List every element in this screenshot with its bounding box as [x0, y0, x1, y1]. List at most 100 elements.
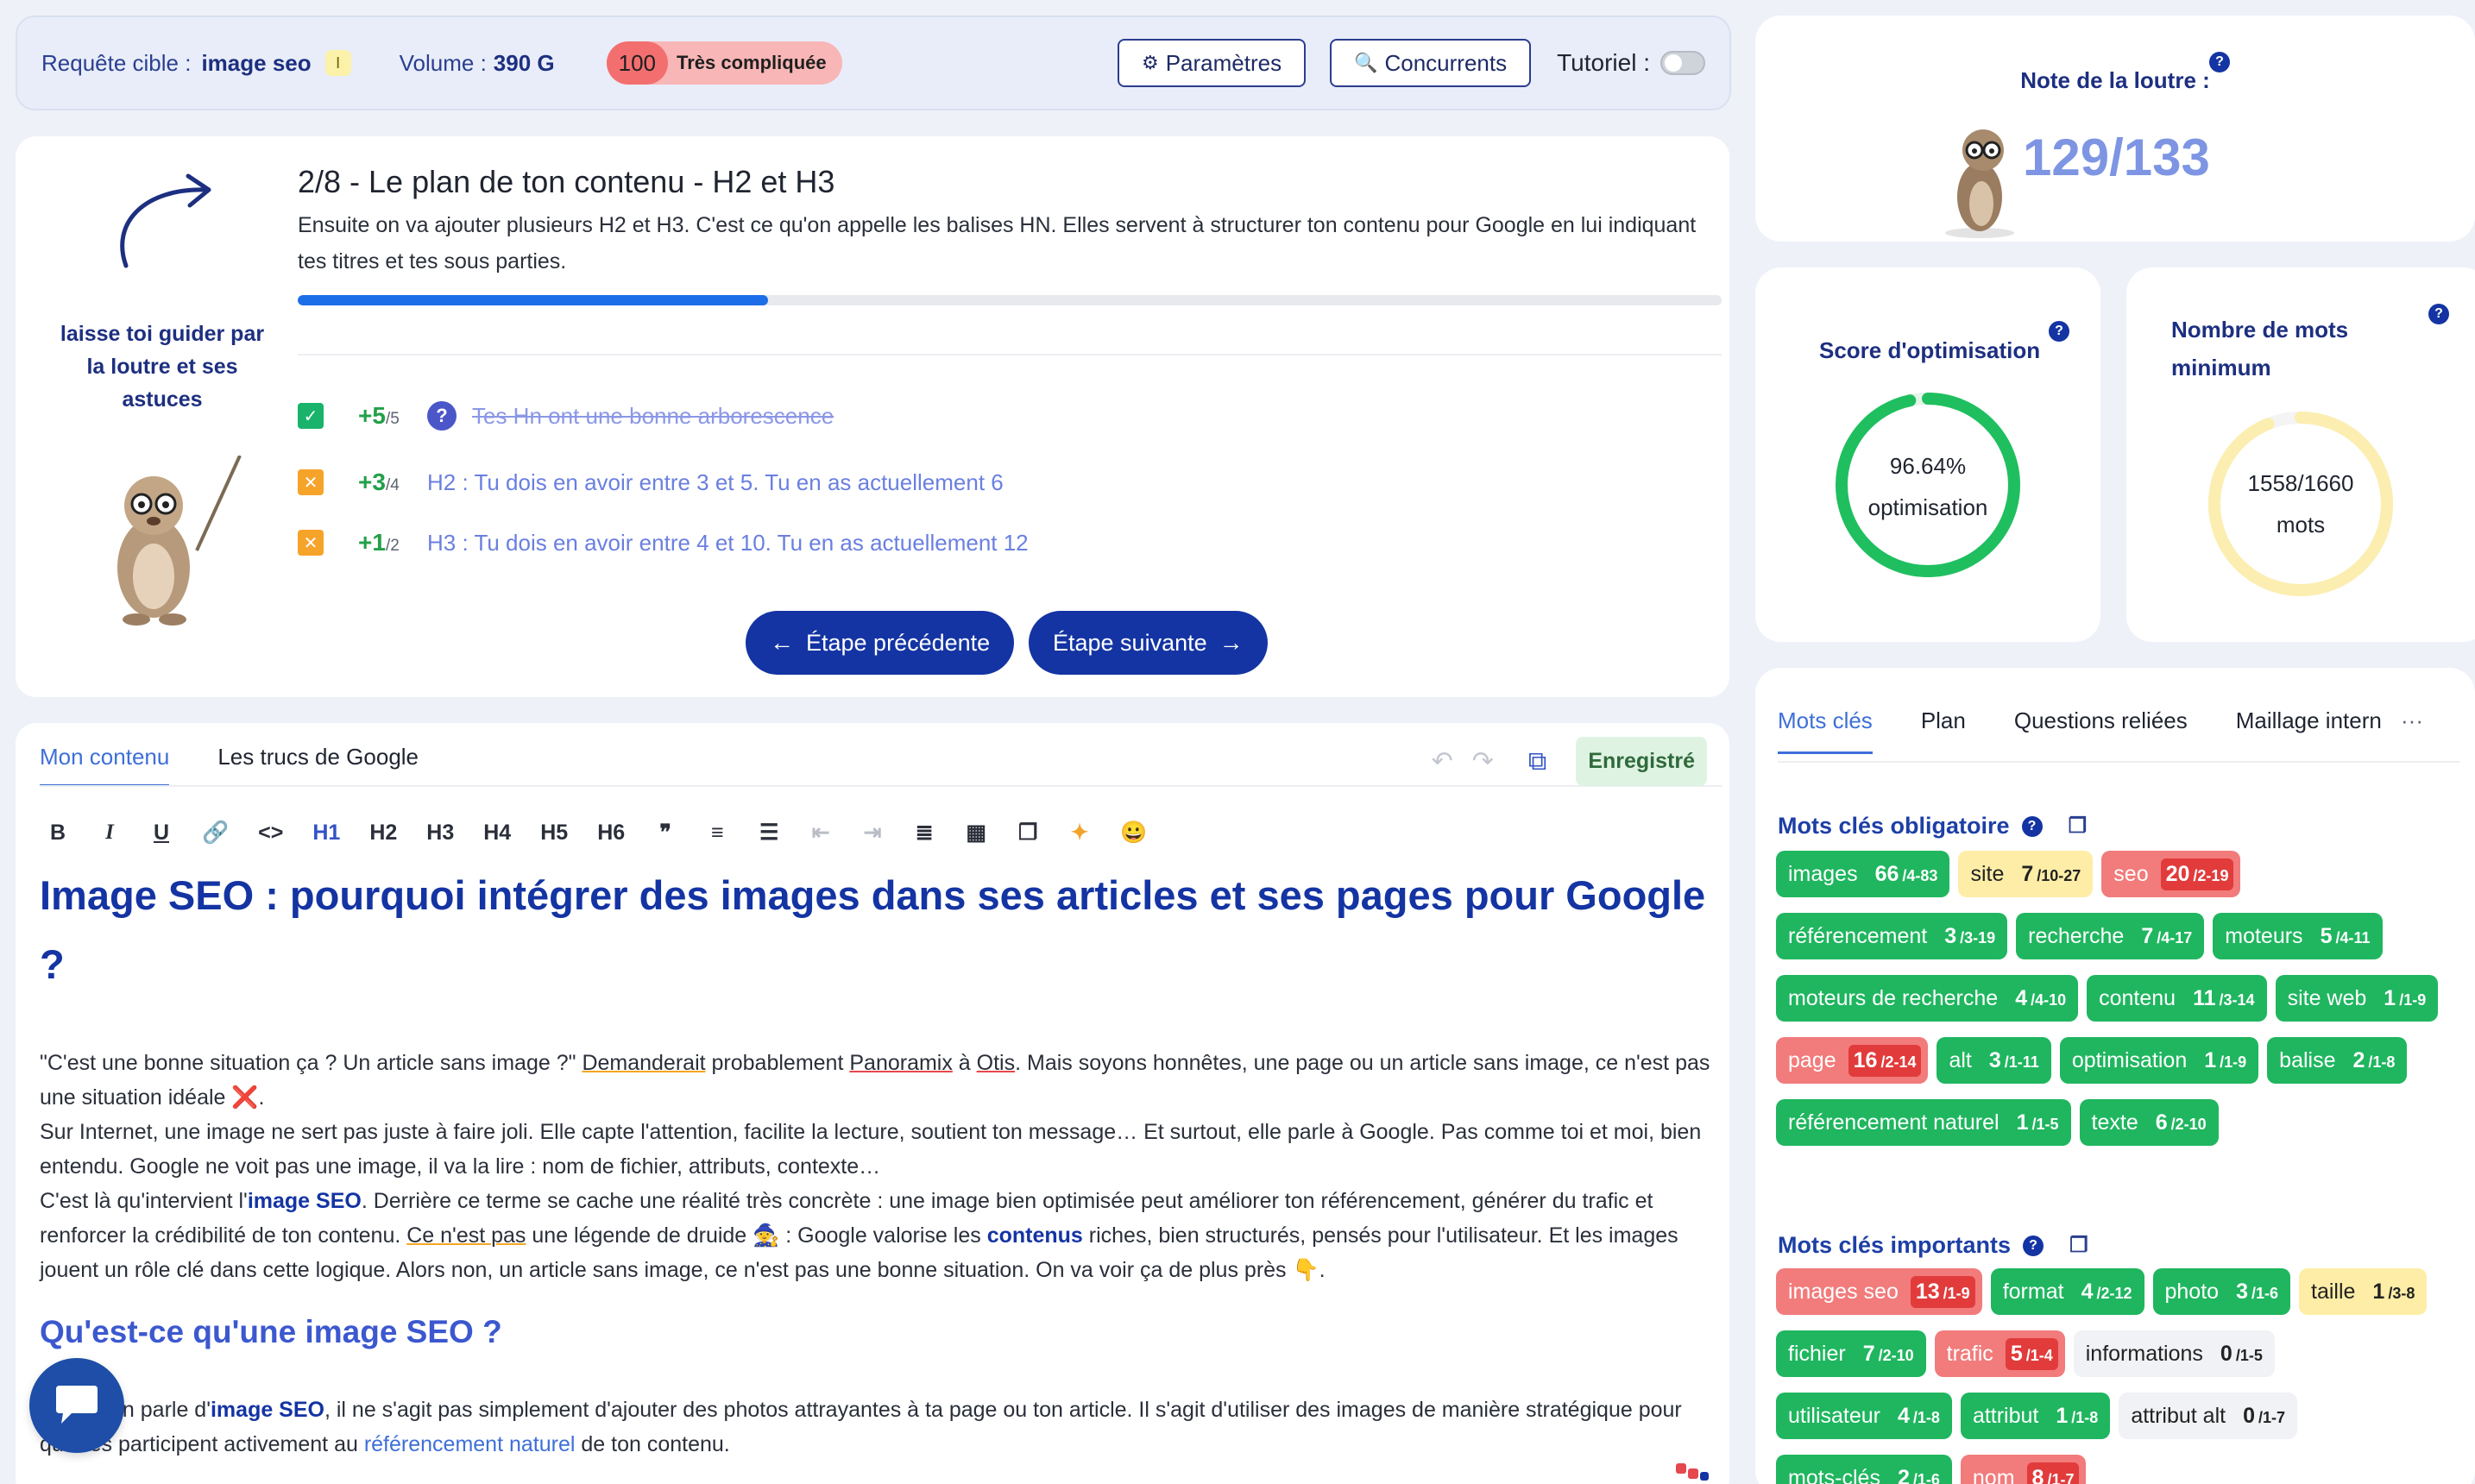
tab-my-content[interactable]: Mon contenu	[40, 744, 170, 787]
keyword-chip[interactable]: référencement naturel 1/1-5	[1776, 1099, 2071, 1146]
copy-icon[interactable]: ❐	[1017, 820, 1039, 846]
otter-score-title: Note de la loutre :	[2020, 67, 2210, 93]
keyword-chip[interactable]: attribut alt 0/1-7	[2119, 1393, 2298, 1439]
settings-button[interactable]: ⚙ Paramètres	[1117, 39, 1307, 87]
bullet-list-icon[interactable]: ☰	[758, 820, 780, 846]
keyword-chip[interactable]: trafic 5/1-4	[1934, 1330, 2065, 1377]
competitors-button[interactable]: 🔍 Concurrents	[1330, 39, 1532, 87]
redo-icon[interactable]: ↷	[1472, 746, 1494, 777]
keyword-count: 3/1-6	[2236, 1279, 2278, 1304]
quote-icon[interactable]: ❞	[654, 820, 677, 846]
underline-icon[interactable]: U	[150, 821, 173, 846]
paragraph: Sur Internet, une image ne sert pas just…	[40, 1120, 1702, 1179]
info-icon[interactable]: I	[324, 50, 351, 76]
indent-icon[interactable]: ⇥	[861, 820, 884, 846]
keyword-count: 0/1-7	[2243, 1403, 2286, 1428]
keyword-chip[interactable]: format 4/2-12	[1990, 1268, 2144, 1315]
help-text: laisse toi guider par la loutre et ses a…	[60, 322, 265, 412]
heading4-button[interactable]: H4	[483, 821, 511, 846]
divider	[1778, 761, 2459, 763]
keyword-chip[interactable]: balise 2/1-8	[2267, 1037, 2408, 1084]
heading1-button[interactable]: H1	[312, 821, 340, 846]
keyword-chip[interactable]: optimisation 1/1-9	[2059, 1037, 2259, 1084]
tab-plan[interactable]: Plan	[1921, 707, 1966, 754]
next-step-button[interactable]: Étape suivante →	[1029, 611, 1268, 675]
tab-related-questions[interactable]: Questions reliées	[2014, 707, 2188, 754]
keyword-chip[interactable]: attribut 1/1-8	[1960, 1393, 2111, 1439]
keyword-count: 1/1-5	[2016, 1110, 2059, 1135]
keyword-word: seo	[2113, 861, 2149, 886]
keyword-chip[interactable]: photo 3/1-6	[2152, 1268, 2290, 1315]
help-icon[interactable]: ?	[2049, 321, 2069, 342]
tab-google-tips[interactable]: Les trucs de Google	[217, 744, 419, 787]
tab-internal-linking[interactable]: Maillage intern	[2236, 707, 2382, 754]
tab-keywords[interactable]: Mots clés	[1778, 707, 1873, 754]
code-icon[interactable]: <>	[258, 821, 283, 846]
keyword-chip[interactable]: seo 20/2-19	[2101, 851, 2241, 897]
otter-score-value: 129/133	[2023, 129, 2210, 186]
query-bar: Requête cible : image seo I Volume : 390…	[16, 16, 1731, 110]
help-icon[interactable]: ?	[2428, 304, 2449, 324]
link-icon[interactable]: 🔗	[202, 821, 229, 846]
keyword-chip[interactable]: utilisateur 4/1-8	[1776, 1393, 1952, 1439]
previous-step-button[interactable]: ← Étape précédente	[746, 611, 1015, 675]
tutorial-toggle[interactable]	[1660, 51, 1705, 75]
keyword-word: format	[2002, 1279, 2064, 1304]
keyword-chip[interactable]: moteurs de recherche 4/4-10	[1776, 975, 2079, 1022]
bold-icon[interactable]: B	[47, 821, 69, 846]
keyword-chip[interactable]: taille 1/3-8	[2299, 1268, 2428, 1315]
keyword-word: attribut	[1972, 1403, 2039, 1428]
keyword-word: trafic	[1946, 1341, 1993, 1366]
keyword-chip[interactable]: site web 1/1-9	[2275, 975, 2439, 1022]
keyword-count: 1/1-9	[2384, 985, 2427, 1010]
sparkle-icon[interactable]: ✦	[1068, 820, 1091, 846]
curved-arrow-icon	[120, 173, 211, 268]
keyword-chip[interactable]: alt 3/1-11	[1937, 1037, 2051, 1084]
heading2-button[interactable]: H2	[369, 821, 397, 846]
keyword-chip[interactable]: mots-clés 2/1-6	[1776, 1455, 1952, 1484]
more-tabs-icon[interactable]: ···	[2401, 707, 2423, 734]
keyword-word: site	[1970, 861, 2005, 886]
keyword-count: 66/4-83	[1874, 861, 1938, 886]
keyword-chip[interactable]: texte 6/2-10	[2079, 1099, 2219, 1146]
outdent-icon[interactable]: ⇤	[809, 820, 832, 846]
format-toolbar: B I U 🔗 <> H1 H2 H3 H4 H5 H6 ❞ ≡ ☰ ⇤ ⇥ ≣…	[47, 820, 1176, 846]
emoji-icon[interactable]: 😀	[1120, 821, 1147, 846]
keyword-chip[interactable]: recherche 7/4-17	[2016, 913, 2205, 959]
help-icon[interactable]: ?	[427, 401, 457, 431]
keyword-chip[interactable]: images 66/4-83	[1776, 851, 1950, 897]
chat-button[interactable]	[29, 1358, 124, 1453]
export-icon[interactable]: ⧉	[1528, 747, 1546, 777]
step-title: 2/8 - Le plan de ton contenu - H2 et H3	[298, 164, 835, 199]
copy-icon[interactable]: ❐	[2069, 814, 2088, 839]
copy-icon[interactable]: ❐	[2069, 1233, 2088, 1258]
keyword-word: texte	[2091, 1110, 2138, 1135]
align-icon[interactable]: ≣	[913, 820, 935, 846]
keyword-word: images seo	[1788, 1279, 1899, 1304]
help-icon[interactable]: ?	[2209, 52, 2230, 72]
paragraph: "C'est une bonne situation ça ? Un artic…	[40, 1051, 1710, 1110]
heading6-button[interactable]: H6	[597, 821, 625, 846]
ordered-list-icon[interactable]: ≡	[706, 821, 728, 846]
keyword-chip[interactable]: moteurs 5/4-11	[2213, 913, 2383, 959]
keyword-chip[interactable]: nom 8/1-7	[1960, 1455, 2087, 1484]
keyword-chip[interactable]: référencement 3/3-19	[1776, 913, 2008, 959]
keyword-chip[interactable]: fichier 7/2-10	[1776, 1330, 1926, 1377]
heading5-button[interactable]: H5	[540, 821, 568, 846]
keyword-chip[interactable]: site 7/10-27	[1958, 851, 2094, 897]
heading3-button[interactable]: H3	[426, 821, 454, 846]
editor-content[interactable]: Image SEO : pourquoi intégrer des images…	[40, 861, 1722, 1462]
keyword-count: 2/1-8	[2352, 1047, 2396, 1072]
help-icon[interactable]: ?	[2023, 1235, 2044, 1256]
keyword-chip[interactable]: page 16/2-14	[1776, 1037, 1929, 1084]
help-icon[interactable]: ?	[2021, 815, 2043, 837]
keyword-chip[interactable]: images seo 13/1-9	[1776, 1268, 1982, 1315]
table-icon[interactable]: ▦	[965, 820, 987, 846]
difficulty-label: Très compliquée	[677, 52, 827, 73]
important-keywords-list: images seo 13/1-9 format 4/2-12 photo 3/1-6 ta…	[1776, 1268, 2458, 1484]
italic-icon[interactable]: I	[98, 821, 121, 845]
task-text: H2 : Tu dois en avoir entre 3 et 5. Tu e…	[427, 468, 1004, 495]
keyword-chip[interactable]: informations 0/1-5	[2073, 1330, 2275, 1377]
keyword-chip[interactable]: contenu 11/3-14	[2087, 975, 2267, 1022]
undo-icon[interactable]: ↶	[1432, 746, 1453, 777]
